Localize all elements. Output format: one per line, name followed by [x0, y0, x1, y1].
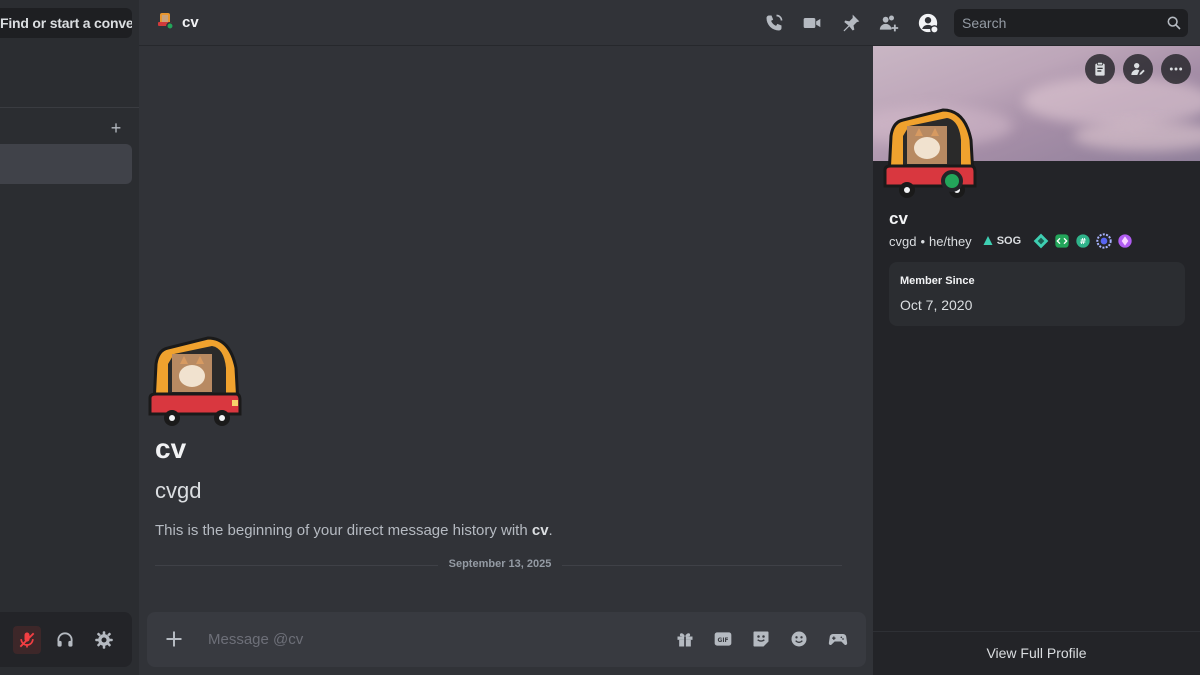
gift-button[interactable] [673, 627, 697, 651]
edit-friend-button[interactable] [1123, 54, 1153, 84]
member-since-card [889, 262, 1185, 326]
member-since-label: Member Since [900, 275, 975, 287]
plus-icon [166, 631, 182, 647]
supports-commands-badge-icon[interactable]: # [1075, 233, 1091, 249]
intro-display-name: cv [155, 433, 187, 464]
create-dm-button[interactable]: + [107, 119, 125, 137]
emoji-icon [791, 631, 807, 647]
dm-sidebar [0, 0, 139, 675]
message-area [139, 46, 873, 675]
channel-name: cv [182, 14, 199, 31]
profile-notes-button[interactable] [1085, 54, 1115, 84]
gear-icon [95, 631, 113, 649]
date-divider-line-right [562, 565, 842, 566]
search-input[interactable] [954, 9, 1154, 37]
user-profile-toggle[interactable] [916, 11, 940, 35]
search-icon [1167, 16, 1181, 30]
nitro-badge-icon[interactable] [1096, 233, 1112, 249]
intro-suffix: . [548, 522, 553, 539]
dm-avatar-small[interactable] [157, 12, 175, 30]
pinned-messages-button[interactable] [839, 11, 863, 35]
profile-footer-divider [873, 631, 1200, 632]
intro-avatar [148, 336, 242, 426]
find-conversation-label: Find or start a conversation [0, 15, 132, 31]
voice-call-button[interactable] [762, 11, 786, 35]
sticker-button[interactable] [749, 627, 773, 651]
guild-tag-label: SOG [996, 235, 1022, 247]
active-developer-badge-icon[interactable] [1054, 233, 1070, 249]
guild-tag[interactable]: SOG [982, 235, 1021, 247]
profile-separator: • [920, 233, 926, 249]
profile-display-name: cv [889, 209, 908, 228]
add-friends-button[interactable] [877, 11, 901, 35]
intro-description: This is the beginning of your direct mes… [155, 522, 553, 539]
intro-username: cvgd [155, 478, 202, 503]
svg-text:GIF: GIF [718, 638, 729, 644]
add-friends-icon [879, 15, 899, 32]
profile-avatar[interactable] [881, 106, 977, 202]
date-divider: September 13, 2025 [448, 558, 552, 570]
member-since-date: Oct 7, 2020 [900, 297, 973, 313]
intro-prefix: This is the beginning of your direct mes… [155, 522, 532, 539]
video-call-icon [803, 18, 821, 28]
message-input[interactable] [200, 626, 640, 652]
mute-button[interactable] [13, 626, 41, 654]
dm-list-item-active[interactable] [0, 144, 132, 184]
more-options-icon [1169, 67, 1183, 71]
profile-username: cvgd [889, 233, 917, 249]
upload-button[interactable] [162, 627, 186, 651]
profile-pronouns: he/they [929, 233, 972, 249]
video-call-button[interactable] [800, 11, 824, 35]
activity-icon [828, 634, 848, 645]
gif-button[interactable]: GIF [711, 627, 735, 651]
view-full-profile-button[interactable]: View Full Profile [873, 645, 1200, 661]
sticker-icon [753, 631, 769, 647]
search-bar[interactable] [954, 9, 1188, 37]
user-edit-icon [1131, 63, 1145, 75]
gif-icon: GIF [714, 632, 732, 646]
find-conversation-button[interactable]: Find or start a conversation [0, 8, 132, 38]
server-boost-badge-icon[interactable] [1117, 233, 1133, 249]
profile-more-button[interactable] [1161, 54, 1191, 84]
headphones-icon [57, 632, 73, 647]
intro-bold-name: cv [531, 522, 549, 539]
deafen-button[interactable] [51, 626, 79, 654]
activities-button[interactable] [826, 627, 850, 651]
clipboard-icon [1095, 62, 1105, 76]
microphone-muted-icon [19, 632, 35, 648]
profile-meta-row: cvgd • he/they SOG # [889, 233, 1133, 249]
online-status-indicator [941, 170, 963, 192]
svg-text:#: # [1080, 237, 1087, 246]
date-divider-line-left [155, 565, 438, 566]
user-profile-icon [918, 13, 939, 34]
guild-tag-icon [983, 236, 993, 245]
gift-icon [677, 633, 693, 647]
voice-call-icon [766, 14, 783, 31]
sidebar-divider [0, 107, 139, 108]
profile-badges: # [1033, 233, 1133, 249]
hypesquad-badge-icon[interactable] [1033, 233, 1049, 249]
emoji-button[interactable] [787, 627, 811, 651]
pin-icon [843, 14, 860, 32]
user-settings-button[interactable] [90, 626, 118, 654]
